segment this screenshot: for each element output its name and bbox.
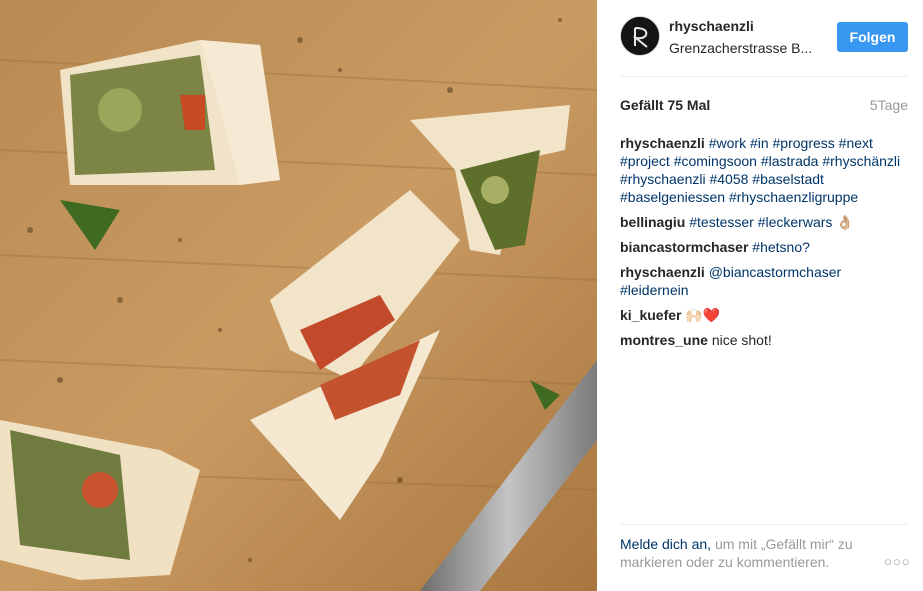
post-age[interactable]: 5Tage <box>870 97 908 113</box>
header-divider <box>620 76 908 77</box>
comment-author[interactable]: montres_une <box>620 332 708 348</box>
comment-author[interactable]: bellinagiu <box>620 214 685 230</box>
comment-text: nice shot! <box>711 332 772 348</box>
comment-author[interactable]: rhyschaenzli <box>620 264 705 280</box>
comment: rhyschaenzli #work #in #progress #next #… <box>620 134 908 206</box>
comment-author[interactable]: biancastormchaser <box>620 239 748 255</box>
login-prompt: Melde dich an, um mit „Gefällt mir“ zu m… <box>620 535 880 571</box>
comment-author[interactable]: ki_kuefer <box>620 307 681 323</box>
comment-author[interactable]: rhyschaenzli <box>620 135 705 151</box>
comment-text[interactable]: #hetsno? <box>752 239 810 255</box>
username[interactable]: rhyschaenzli <box>669 18 754 34</box>
pizza-photo-image <box>0 0 597 591</box>
rhyschaenzli-logo <box>621 17 659 55</box>
post-header: rhyschaenzli Grenzacherstrasse B... Folg… <box>597 0 923 77</box>
comment-text[interactable]: #testesser #leckerwars 👌🏼 <box>689 214 854 230</box>
comment: montres_une nice shot! <box>620 331 908 349</box>
post-details-panel: rhyschaenzli Grenzacherstrasse B... Folg… <box>597 0 923 591</box>
footer-divider <box>620 524 908 525</box>
follow-button[interactable]: Folgen <box>837 22 908 52</box>
likes-count[interactable]: Gefällt 75 Mal <box>620 97 710 113</box>
avatar[interactable] <box>620 16 660 56</box>
more-options-button[interactable]: ○○○ <box>884 554 910 569</box>
likes-row: Gefällt 75 Mal 5Tage <box>620 97 908 117</box>
post-footer: Melde dich an, um mit „Gefällt mir“ zu m… <box>597 524 923 591</box>
comment: bellinagiu #testesser #leckerwars 👌🏼 <box>620 213 908 231</box>
comment: ki_kuefer 🙌🏻❤️ <box>620 306 908 324</box>
comment: rhyschaenzli @biancastormchaser #leidern… <box>620 263 908 299</box>
comment-text: 🙌🏻❤️ <box>685 307 721 323</box>
post-photo[interactable] <box>0 0 597 591</box>
comment: biancastormchaser #hetsno? <box>620 238 908 256</box>
location[interactable]: Grenzacherstrasse B... <box>669 40 829 56</box>
login-link[interactable]: Melde dich an, <box>620 536 711 552</box>
comment-list: rhyschaenzli #work #in #progress #next #… <box>620 134 908 356</box>
